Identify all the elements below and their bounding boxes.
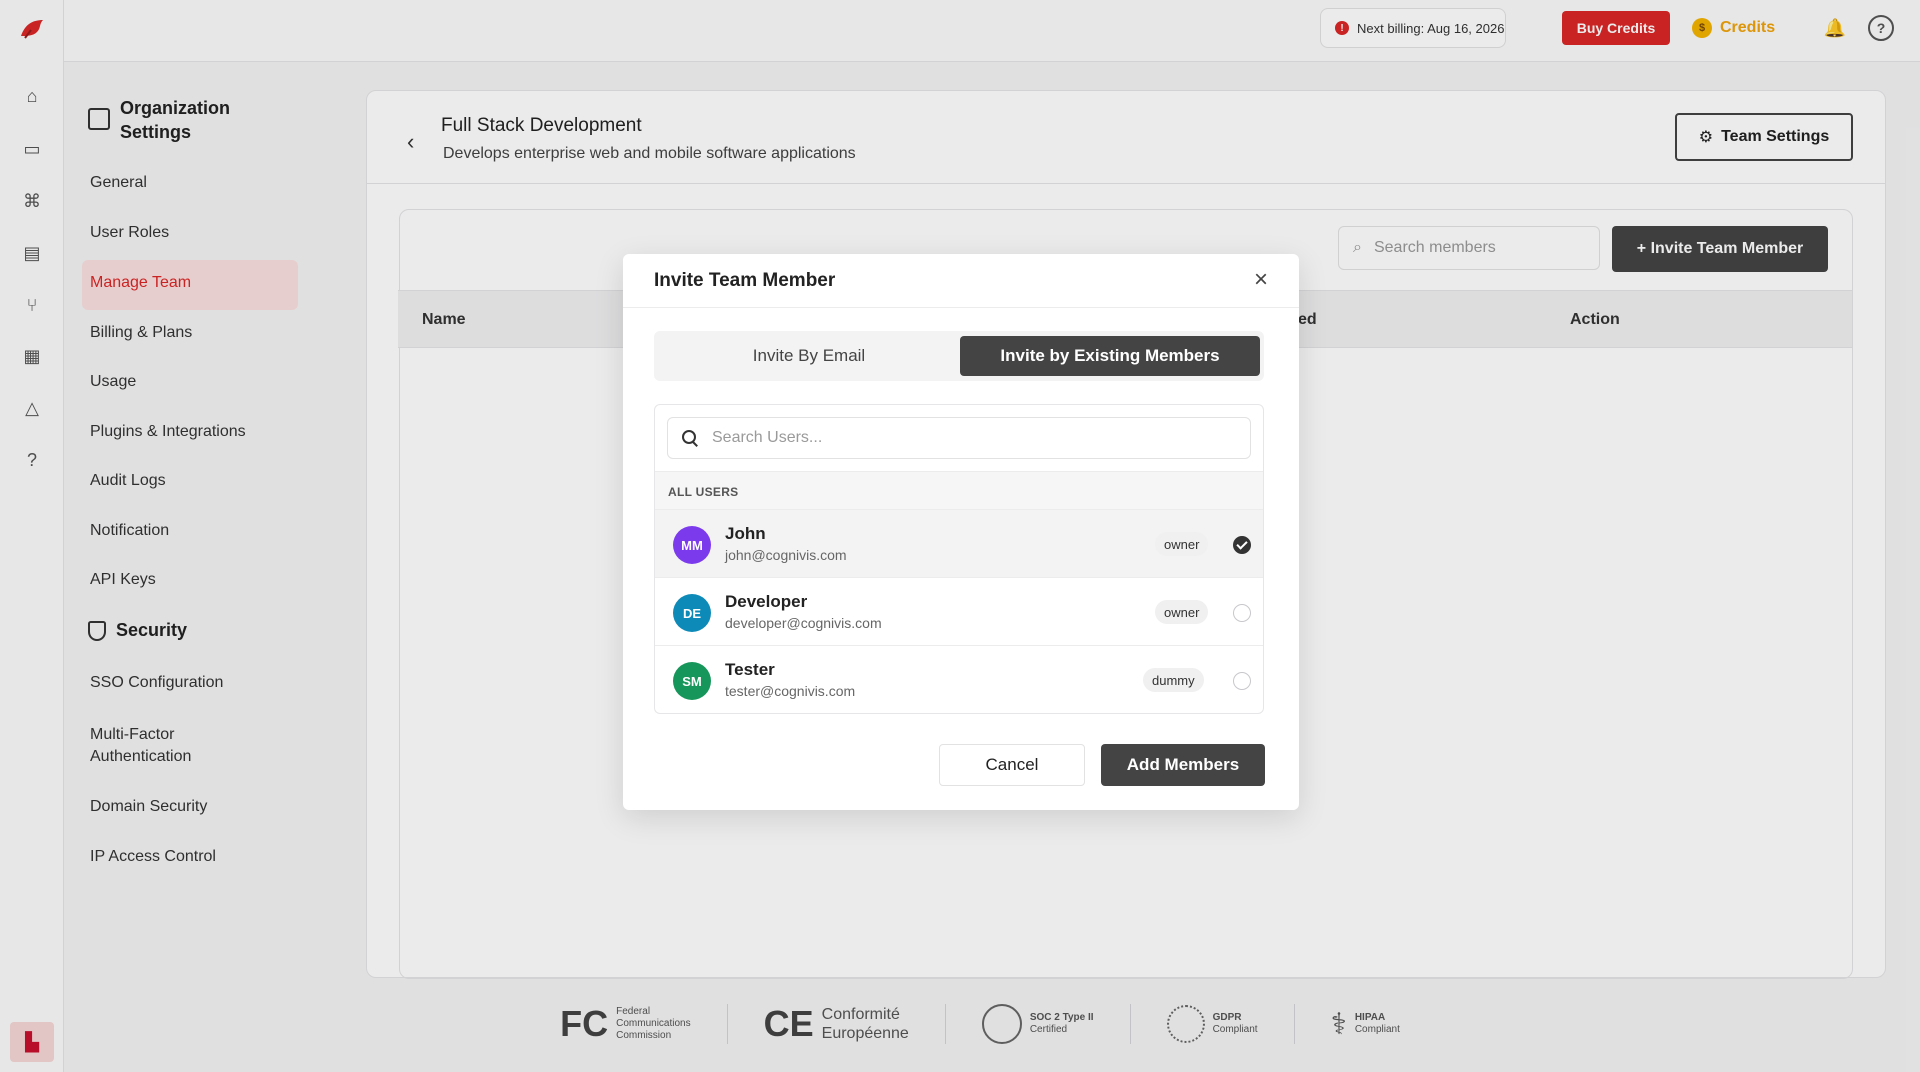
select-user-radio[interactable] <box>1233 536 1251 554</box>
users-list-box: ALL USERS MM John john@cognivis.com owne… <box>654 404 1264 714</box>
avatar: DE <box>673 594 711 632</box>
tab-invite-by-existing-members[interactable]: Invite by Existing Members <box>960 336 1260 376</box>
user-email: tester@cognivis.com <box>725 683 856 699</box>
invite-mode-tabs: Invite By Email Invite by Existing Membe… <box>654 331 1264 381</box>
user-email: developer@cognivis.com <box>725 615 882 631</box>
select-user-radio[interactable] <box>1233 672 1251 690</box>
modal-title: Invite Team Member <box>654 270 836 291</box>
role-badge: owner <box>1155 532 1209 556</box>
invite-team-member-modal: Invite Team Member × Invite By Email Inv… <box>623 254 1299 810</box>
user-email: john@cognivis.com <box>725 547 847 563</box>
search-icon <box>682 430 698 446</box>
add-members-button[interactable]: Add Members <box>1101 744 1265 786</box>
role-badge: dummy <box>1143 668 1204 692</box>
avatar: SM <box>673 662 711 700</box>
user-name: Tester <box>725 660 775 679</box>
tab-invite-by-email[interactable]: Invite By Email <box>659 336 959 376</box>
user-name: John <box>725 524 766 543</box>
select-user-radio[interactable] <box>1233 604 1251 622</box>
cancel-button[interactable]: Cancel <box>939 744 1085 786</box>
user-row-developer[interactable]: DE Developer developer@cognivis.com owne… <box>655 577 1263 645</box>
role-badge: owner <box>1155 600 1209 624</box>
close-icon[interactable]: × <box>1249 268 1273 292</box>
all-users-section-label: ALL USERS <box>655 471 1263 509</box>
search-users-input[interactable] <box>712 429 1232 447</box>
avatar: MM <box>673 526 711 564</box>
search-users-field[interactable] <box>667 417 1251 459</box>
user-name: Developer <box>725 592 808 611</box>
user-row-john[interactable]: MM John john@cognivis.com owner <box>655 509 1263 577</box>
user-row-tester[interactable]: SM Tester tester@cognivis.com dummy <box>655 645 1263 713</box>
modal-header: Invite Team Member × <box>623 254 1299 308</box>
